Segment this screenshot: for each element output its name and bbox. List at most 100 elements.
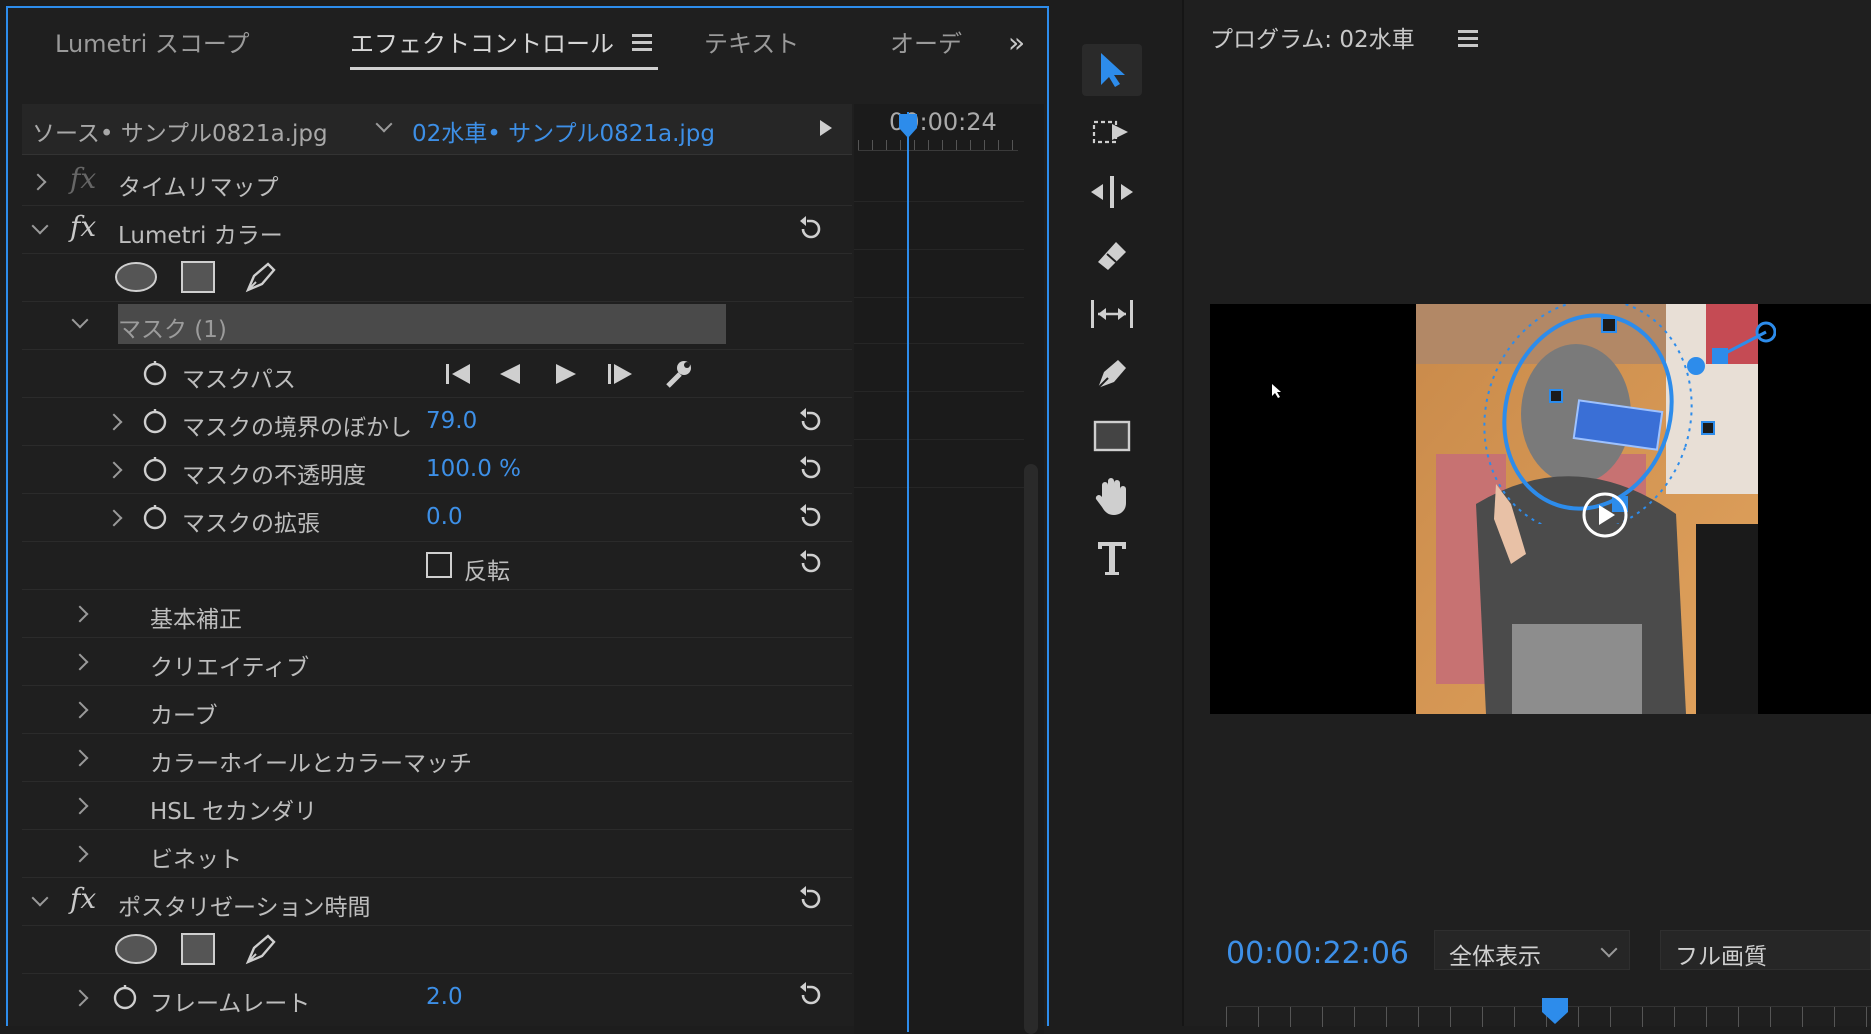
section-label: HSL セカンダリ (150, 799, 318, 825)
ripple-edit-tool[interactable] (1082, 166, 1142, 218)
expand-chevron-icon[interactable] (71, 845, 89, 863)
expand-chevron-icon[interactable] (105, 461, 123, 479)
stopwatch-icon[interactable] (112, 984, 138, 1010)
collapse-chevron-icon[interactable] (31, 889, 49, 907)
track-forward-icon[interactable] (606, 362, 636, 386)
hand-tool[interactable] (1082, 470, 1142, 522)
video-viewport[interactable] (1210, 304, 1871, 714)
effect-row-lumetri[interactable]: fx Lumetri カラー (22, 206, 852, 254)
tab-audio[interactable]: オーデ (890, 24, 962, 59)
pen-tool[interactable] (1082, 348, 1142, 400)
mask-opacity-value[interactable]: 100.0 % (426, 456, 521, 482)
ellipse-mask-icon[interactable] (114, 932, 158, 966)
tools-panel (1054, 0, 1180, 1026)
section-hsl-secondary[interactable]: HSL セカンダリ (22, 782, 852, 830)
program-title: プログラム: 02水車 (1210, 27, 1415, 53)
step-backward-icon[interactable] (498, 362, 522, 386)
type-text-icon (1098, 542, 1126, 575)
mask-expansion-value[interactable]: 0.0 (426, 504, 463, 530)
mask-row[interactable]: マスク (1) (22, 302, 852, 350)
more-tabs-icon[interactable]: » (1008, 26, 1025, 59)
pen-mask-icon[interactable] (242, 258, 280, 296)
vertical-scrollbar[interactable] (1024, 464, 1038, 1034)
expand-chevron-icon[interactable] (71, 749, 89, 767)
effect-row-posterize-time[interactable]: fx ポスタリゼーション時間 (22, 878, 852, 926)
rectangle-icon (1093, 420, 1131, 452)
track-select-tool[interactable] (1082, 106, 1142, 158)
chevron-down-icon[interactable] (375, 115, 393, 133)
ellipse-mask-icon[interactable] (114, 260, 158, 294)
mask-play-handle-icon[interactable] (1580, 490, 1630, 540)
mini-timeline[interactable]: 00:00:24 (854, 104, 1044, 1034)
program-playhead[interactable] (1540, 996, 1570, 1026)
slip-tool[interactable] (1082, 288, 1142, 340)
fx-icon[interactable]: fx (70, 882, 96, 915)
chevron-down-icon (1600, 940, 1618, 958)
expand-chevron-icon[interactable] (105, 413, 123, 431)
mask-name[interactable]: マスク (1) (118, 310, 227, 344)
time-remap-label: タイムリマップ (118, 175, 279, 201)
reset-icon[interactable] (796, 214, 826, 244)
collapse-chevron-icon[interactable] (71, 311, 89, 329)
step-forward-icon[interactable] (554, 362, 578, 386)
rectangle-mask-icon[interactable] (180, 260, 216, 294)
stopwatch-icon[interactable] (142, 504, 168, 530)
tab-text[interactable]: テキスト (704, 24, 799, 59)
panel-menu-icon[interactable] (632, 34, 652, 51)
wrench-icon[interactable] (662, 358, 694, 390)
play-triangle-icon[interactable] (818, 118, 834, 138)
playhead-handle[interactable] (897, 112, 919, 142)
tab-effect-controls[interactable]: エフェクトコントロール (350, 24, 614, 59)
razor-icon (1098, 242, 1126, 270)
reset-icon[interactable] (796, 884, 826, 914)
expand-chevron-icon[interactable] (71, 797, 89, 815)
reset-icon[interactable] (796, 502, 826, 532)
expand-chevron-icon[interactable] (71, 605, 89, 623)
track-select-icon (1092, 120, 1128, 144)
rectangle-tool[interactable] (1082, 410, 1142, 462)
fx-icon[interactable]: fx (70, 210, 96, 243)
program-timecode[interactable]: 00:00:22:06 (1226, 936, 1409, 971)
mouse-cursor-icon (1272, 384, 1281, 398)
mask-opacity-row: マスクの不透明度 100.0 % (22, 446, 852, 494)
slip-icon (1091, 300, 1133, 328)
section-color-wheels[interactable]: カラーホイールとカラーマッチ (22, 734, 852, 782)
reset-icon[interactable] (796, 454, 826, 484)
zoom-dropdown[interactable]: 全体表示 (1434, 930, 1630, 970)
stopwatch-icon[interactable] (142, 408, 168, 434)
stopwatch-icon[interactable] (142, 360, 168, 386)
expand-chevron-icon[interactable] (29, 173, 47, 191)
pen-mask-icon[interactable] (242, 930, 280, 968)
expand-chevron-icon[interactable] (71, 653, 89, 671)
mask-feather-value[interactable]: 79.0 (426, 408, 477, 434)
panel-menu-icon[interactable] (1458, 30, 1478, 47)
reset-icon[interactable] (796, 548, 826, 578)
expand-chevron-icon[interactable] (71, 701, 89, 719)
section-creative[interactable]: クリエイティブ (22, 638, 852, 686)
clip-selector[interactable]: 02水車• サンプル0821a.jpg (412, 114, 715, 148)
reset-icon[interactable] (796, 406, 826, 436)
razor-tool[interactable] (1082, 228, 1142, 280)
stopwatch-icon[interactable] (142, 456, 168, 482)
track-backward-icon[interactable] (444, 362, 474, 386)
reset-icon[interactable] (796, 980, 826, 1010)
zoom-value: 全体表示 (1449, 944, 1541, 970)
selection-tool[interactable] (1082, 44, 1142, 96)
frame-rate-value[interactable]: 2.0 (426, 984, 463, 1010)
fx-icon[interactable]: fx (70, 162, 96, 195)
quality-dropdown[interactable]: フル画質 (1660, 930, 1871, 970)
section-vignette[interactable]: ビネット (22, 830, 852, 878)
type-tool[interactable] (1082, 532, 1142, 584)
expand-chevron-icon[interactable] (105, 509, 123, 527)
mask-path-label: マスクパス (182, 367, 296, 393)
tab-lumetri-scopes[interactable]: Lumetri スコープ (55, 24, 249, 59)
rectangle-mask-icon[interactable] (180, 932, 216, 966)
frame-rate-label: フレームレート (150, 991, 311, 1017)
expand-chevron-icon[interactable] (71, 989, 89, 1007)
section-curves[interactable]: カーブ (22, 686, 852, 734)
effect-row-time-remap[interactable]: fx タイムリマップ (22, 158, 852, 206)
invert-checkbox[interactable] (426, 552, 452, 578)
collapse-chevron-icon[interactable] (31, 217, 49, 235)
section-basic-correction[interactable]: 基本補正 (22, 590, 852, 638)
invert-label: 反転 (464, 559, 510, 585)
